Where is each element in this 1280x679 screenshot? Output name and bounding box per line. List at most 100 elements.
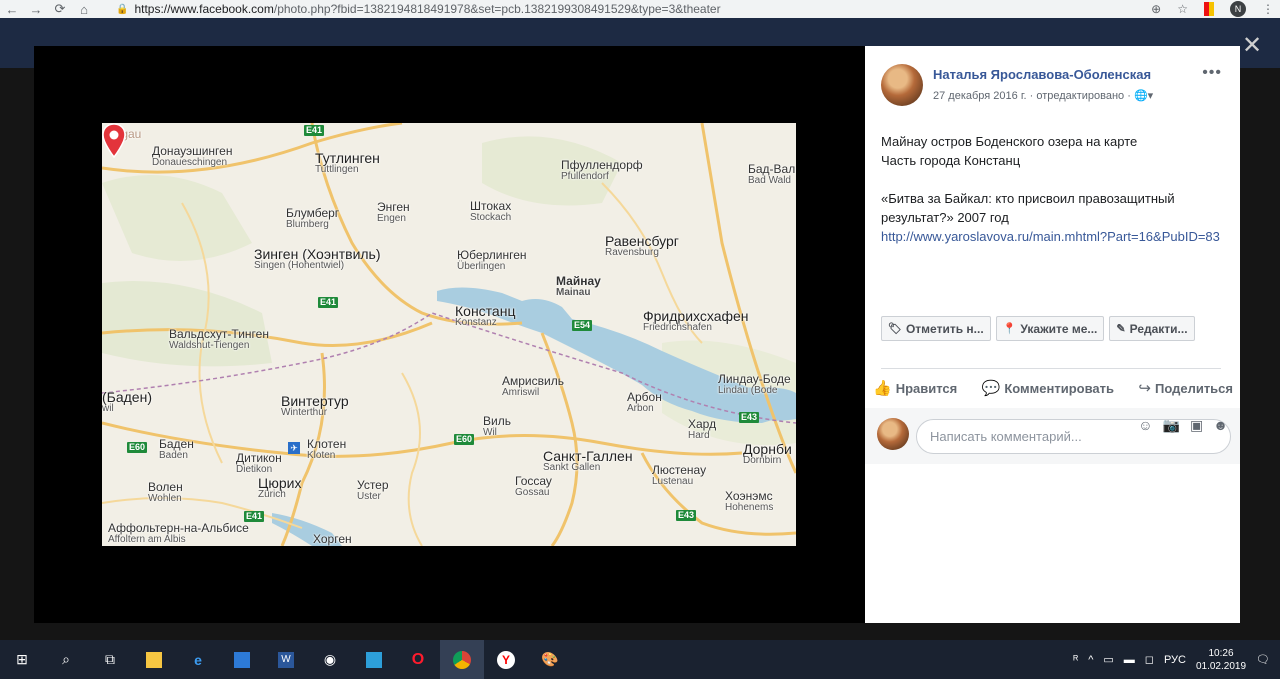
add-location-button[interactable]: 📍 Укажите ме... [995, 316, 1105, 341]
like-button[interactable]: 👍 Нравится [873, 379, 957, 397]
url-host: https://www.facebook.com [134, 2, 274, 16]
map-label: Хард Hard [688, 417, 717, 441]
gif-icon[interactable]: ▣ [1190, 417, 1203, 434]
road-sign: E41 [304, 125, 325, 136]
tag-icon: 🏷 [888, 323, 902, 335]
map-label: Арбон Arbon [627, 390, 662, 414]
map-label: (Баден) wil [102, 389, 152, 414]
map-label: Баден Baden [159, 437, 194, 461]
notifications-icon[interactable]: 🗨 [1256, 653, 1270, 666]
edge-icon[interactable]: e [176, 640, 220, 679]
sticker-icon[interactable]: ☻ [1213, 417, 1228, 434]
reload-icon[interactable]: ⟳ [48, 1, 72, 17]
language-indicator[interactable]: РУС [1164, 654, 1186, 666]
close-icon[interactable]: ✕ [1242, 34, 1262, 58]
bookmark-star-icon[interactable]: ☆ [1177, 2, 1188, 16]
address-bar[interactable]: 🔒 https://www.facebook.com/photo.php?fbi… [116, 2, 721, 16]
divider [881, 368, 1221, 369]
post-text: Майнау остров Боденского озера на карте Ч… [881, 132, 1221, 265]
system-tray: ᴿ ^ ▭ ▬ ◻ РУС 10:26 01.02.2019 🗨 [1073, 640, 1280, 679]
post-line-2: Часть города Констанц [881, 153, 1021, 168]
map-label: Юберлинген Überlingen [457, 248, 527, 272]
media-player-icon[interactable] [220, 640, 264, 679]
map-label: Устер Uster [357, 478, 389, 502]
post-link[interactable]: http://www.yaroslavova.ru/main.mhtml?Par… [881, 229, 1220, 244]
author-avatar[interactable] [881, 64, 923, 106]
clock-date: 01.02.2019 [1195, 660, 1247, 672]
map-label: Клотен Kloten [307, 437, 347, 461]
post-line-1: Майнау остров Боденского озера на карте [881, 134, 1138, 149]
pencil-icon: ✎ [1116, 323, 1126, 335]
road-sign: E41 [318, 297, 339, 308]
map-label: Дитикон Dietikon [236, 451, 282, 475]
location-icon: 📍 [1002, 323, 1017, 335]
post-meta: 27 декабря 2016 г. · отредактировано · 🌐… [933, 89, 1153, 102]
camera-icon[interactable]: 📷 [1163, 417, 1180, 434]
profile-avatar[interactable]: N [1230, 1, 1246, 17]
airport-icon: ✈ [288, 442, 300, 454]
edited-label[interactable]: · отредактировано · [1030, 90, 1131, 102]
windows-start-icon[interactable]: ⊞ [0, 640, 44, 679]
chrome-icon[interactable] [440, 640, 484, 679]
map-label-mainau: Майнау Mainau [556, 274, 601, 298]
map-label: Госсау Gossau [515, 474, 552, 498]
map-label: Констанц Konstanz [455, 303, 516, 328]
map-label: Люстенау Lustenau [652, 463, 707, 487]
share-button[interactable]: ↪ Поделиться [1138, 379, 1233, 397]
home-icon[interactable]: ⌂ [72, 2, 96, 17]
map-label: Хоэнэмс Hohenems [725, 489, 774, 513]
opera-icon[interactable]: O [396, 640, 440, 679]
network-icon[interactable]: ▭ [1103, 653, 1113, 666]
map-label: Аффольтерн-на-Альбисе Affoltern am Albis [108, 521, 249, 545]
map-photo[interactable]: E41 E41 E54 E60 E60 E43 E41 E43 reisgau … [102, 123, 796, 546]
post-side-panel: Наталья Ярославова-Оболенская 27 декабря… [865, 46, 1240, 623]
speech-bubble-icon: 💬 [981, 380, 1001, 397]
edit-button[interactable]: ✎ Редакти... [1109, 316, 1195, 341]
map-label: Равенсбург Ravensburg [605, 233, 679, 258]
windows-taskbar: ⊞ ⌕ ⧉ e W ◉ O Y 🎨 ᴿ ^ ▭ ▬ ◻ РУС 10:26 01… [0, 640, 1280, 679]
post-actions: 👍 Нравится 💬 Комментировать ↪ Поделиться [873, 379, 1233, 397]
map-label: Вальдсхут-Тинген Waldshut-Tiengen [169, 327, 269, 351]
back-icon[interactable]: ← [0, 2, 24, 17]
globe-icon[interactable]: 🌐▾ [1134, 90, 1153, 102]
task-view-icon[interactable]: ⧉ [88, 640, 132, 679]
url-path: /photo.php?fbid=1382194818491978&set=pcb… [273, 2, 721, 16]
volume-icon[interactable]: ◻ [1145, 653, 1154, 666]
more-options-icon[interactable]: ••• [1202, 64, 1222, 82]
battery-icon[interactable]: ▬ [1124, 654, 1135, 666]
map-label: Санкт-Галлен Sankt Gallen [543, 448, 633, 473]
show-hidden-icons-icon[interactable]: ^ [1088, 654, 1093, 666]
file-explorer-icon[interactable] [132, 640, 176, 679]
clock[interactable]: 10:26 01.02.2019 [1196, 647, 1246, 673]
author-name[interactable]: Наталья Ярославова-Оболенская [933, 67, 1151, 82]
map-label: Блумберг Blumberg [286, 206, 340, 230]
internet-explorer-icon[interactable] [352, 640, 396, 679]
comment-button[interactable]: 💬 Комментировать [982, 379, 1114, 397]
zoom-icon[interactable]: ⊕ [1151, 2, 1161, 16]
map-label: Виль Wil [483, 414, 511, 438]
map-label: Линдау-Боде Lindau (Bode [718, 372, 791, 396]
emoji-icon[interactable]: ☺ [1138, 417, 1152, 434]
map-label: Волен Wohlen [148, 480, 183, 504]
settings-app-icon[interactable]: ◉ [308, 640, 352, 679]
yandex-browser-icon[interactable]: Y [484, 640, 528, 679]
post-date[interactable]: 27 декабря 2016 г. [933, 90, 1027, 102]
tag-photo-button[interactable]: 🏷 Отметить н... [881, 316, 991, 341]
road-sign: E60 [454, 434, 475, 445]
search-icon[interactable]: ⌕ [44, 640, 88, 679]
paint-icon[interactable]: 🎨 [528, 640, 572, 679]
map-label: Цюрих Zürich [258, 475, 302, 500]
viewer-avatar [877, 418, 909, 450]
map-label: Штоках Stockach [470, 199, 512, 223]
extension-flag-icon[interactable] [1204, 2, 1214, 16]
people-icon[interactable]: ᴿ [1073, 654, 1078, 666]
road-sign: E54 [572, 320, 593, 331]
road-sign: E60 [127, 442, 148, 453]
word-icon[interactable]: W [264, 640, 308, 679]
post-line-3: «Битва за Байкал: кто присвоил правозащи… [881, 191, 1175, 225]
map-label: Винтертур Winterthur [281, 393, 349, 418]
forward-icon[interactable]: → [24, 2, 48, 17]
browser-menu-icon[interactable]: ⋮ [1262, 2, 1274, 16]
comment-area: Написать комментарий... ☺ 📷 ▣ ☻ [865, 408, 1240, 464]
map-label: Донауэшинген Donaueschingen [152, 144, 233, 168]
